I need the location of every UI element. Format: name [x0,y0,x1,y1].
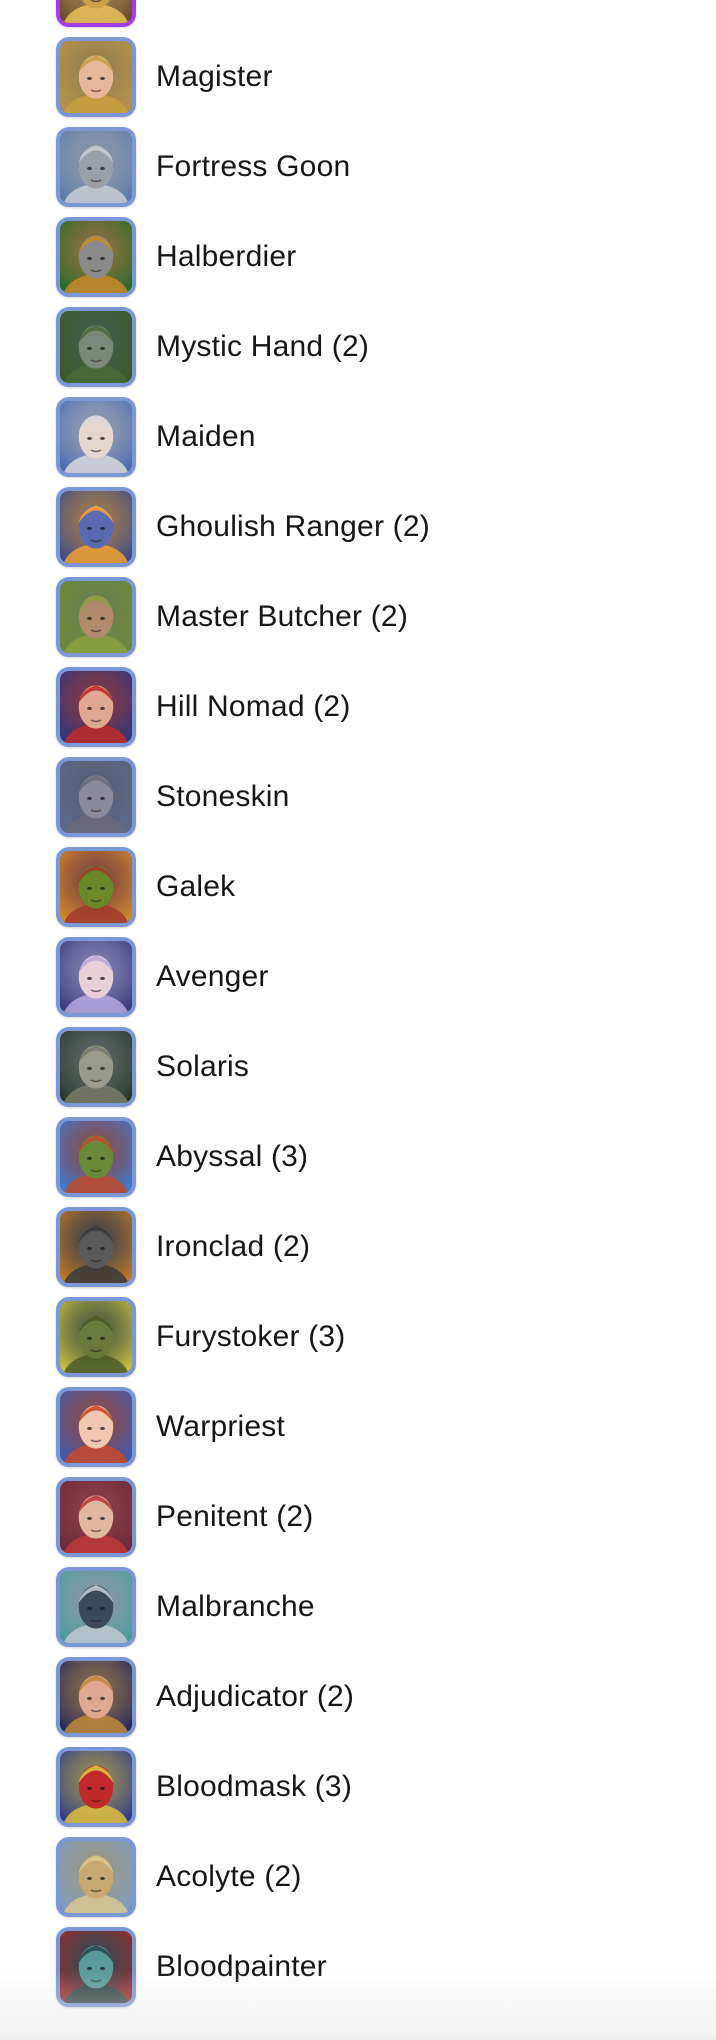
champion-avatar[interactable] [56,847,136,927]
mystic-hand-portrait-icon [60,311,132,383]
champion-row[interactable]: Bloodpainter [0,1922,716,2012]
abyssal-portrait-icon [60,1121,132,1193]
champion-row[interactable]: Acolyte (2) [0,1832,716,1922]
champion-name: Fortress Goon [156,150,351,183]
champion-avatar[interactable] [56,487,136,567]
champion-row[interactable]: Mystic Hand (2) [0,302,716,392]
galek-portrait-icon [60,851,132,923]
champion-row[interactable]: Furystoker (3) [0,1292,716,1382]
champion-avatar[interactable] [56,667,136,747]
champion-name: Adjudicator (2) [156,1680,355,1713]
champion-avatar[interactable] [56,1027,136,1107]
champion-name: Magister [156,60,273,93]
hill-nomad-portrait-icon [60,671,132,743]
magister-portrait-icon [60,41,132,113]
champion-row[interactable]: Hill Nomad (2) [0,662,716,752]
champion-name: Avenger [156,960,269,993]
furystoker-portrait-icon [60,1301,132,1373]
champion-row[interactable]: Maiden [0,392,716,482]
champion-row[interactable]: Galek [0,842,716,932]
champion-avatar[interactable] [56,1207,136,1287]
champion-name: Warpriest [156,1410,286,1443]
avenger-portrait-icon [60,941,132,1013]
champion-name: Bloodpainter [156,1950,327,1983]
champion-name: Bloodmask (3) [156,1770,353,1803]
champion-name: Furystoker (3) [156,1320,346,1353]
champion-row[interactable]: Stoneskin [0,752,716,842]
champion-name: Penitent (2) [156,1500,314,1533]
champion-name: Hill Nomad (2) [156,690,351,723]
champion-row[interactable]: Avenger [0,932,716,1022]
halberdier-portrait-icon [60,221,132,293]
champion-row[interactable]: Magister [0,32,716,122]
champion-row[interactable]: Master Butcher (2) [0,572,716,662]
champion-avatar[interactable] [56,1567,136,1647]
champion-avatar[interactable] [56,1477,136,1557]
champion-avatar[interactable] [56,397,136,477]
penitent-portrait-icon [60,1481,132,1553]
acolyte-portrait-icon [60,1841,132,1913]
champion-row[interactable]: Halberdier [0,212,716,302]
malbranche-portrait-icon [60,1571,132,1643]
champion-list: Aothar Magister Fortress Goon Halberdier Mys… [0,0,716,2012]
master-butcher-portrait-icon [60,581,132,653]
champion-name: Acolyte (2) [156,1860,302,1893]
champion-name: Solaris [156,1050,250,1083]
champion-avatar[interactable] [56,37,136,117]
champion-name: Malbranche [156,1590,315,1623]
warpriest-portrait-icon [60,1391,132,1463]
champion-avatar[interactable] [56,1387,136,1467]
champion-avatar[interactable] [56,1657,136,1737]
gold-helmet-portrait-icon [60,0,132,23]
champion-avatar[interactable] [56,577,136,657]
ironclad-portrait-icon [60,1211,132,1283]
champion-avatar[interactable] [56,1117,136,1197]
solaris-portrait-icon [60,1031,132,1103]
champion-name: Ghoulish Ranger (2) [156,510,430,543]
adjudicator-portrait-icon [60,1661,132,1733]
champion-name: Abyssal (3) [156,1140,309,1173]
champion-avatar[interactable] [56,307,136,387]
champion-row[interactable]: Malbranche [0,1562,716,1652]
champion-avatar[interactable] [56,1837,136,1917]
ghoulish-ranger-portrait-icon [60,491,132,563]
bloodpainter-portrait-icon [60,1931,132,2003]
champion-name: Master Butcher (2) [156,600,409,633]
champion-row[interactable]: Warpriest [0,1382,716,1472]
champion-name: Galek [156,870,236,903]
champion-avatar[interactable] [56,1747,136,1827]
champion-avatar[interactable] [56,1297,136,1377]
champion-row[interactable]: Adjudicator (2) [0,1652,716,1742]
champion-row[interactable]: Fortress Goon [0,122,716,212]
champion-name: Maiden [156,420,256,453]
champion-name: Ironclad (2) [156,1230,311,1263]
bloodmask-portrait-icon [60,1751,132,1823]
champion-avatar[interactable] [56,127,136,207]
champion-avatar[interactable] [56,0,136,27]
champion-name: Stoneskin [156,780,290,813]
champion-avatar[interactable] [56,217,136,297]
stoneskin-portrait-icon [60,761,132,833]
champion-row[interactable]: Abyssal (3) [0,1112,716,1202]
champion-name: Aothar [156,0,246,32]
fortress-goon-portrait-icon [60,131,132,203]
champion-name: Mystic Hand (2) [156,330,370,363]
champion-avatar[interactable] [56,1927,136,2007]
champion-row[interactable]: Ghoulish Ranger (2) [0,482,716,572]
champion-name: Halberdier [156,240,297,273]
champion-row[interactable]: Aothar [0,0,716,32]
champion-avatar[interactable] [56,757,136,837]
champion-row[interactable]: Ironclad (2) [0,1202,716,1292]
champion-row[interactable]: Bloodmask (3) [0,1742,716,1832]
champion-avatar[interactable] [56,937,136,1017]
champion-row[interactable]: Penitent (2) [0,1472,716,1562]
maiden-portrait-icon [60,401,132,473]
champion-row[interactable]: Solaris [0,1022,716,1112]
